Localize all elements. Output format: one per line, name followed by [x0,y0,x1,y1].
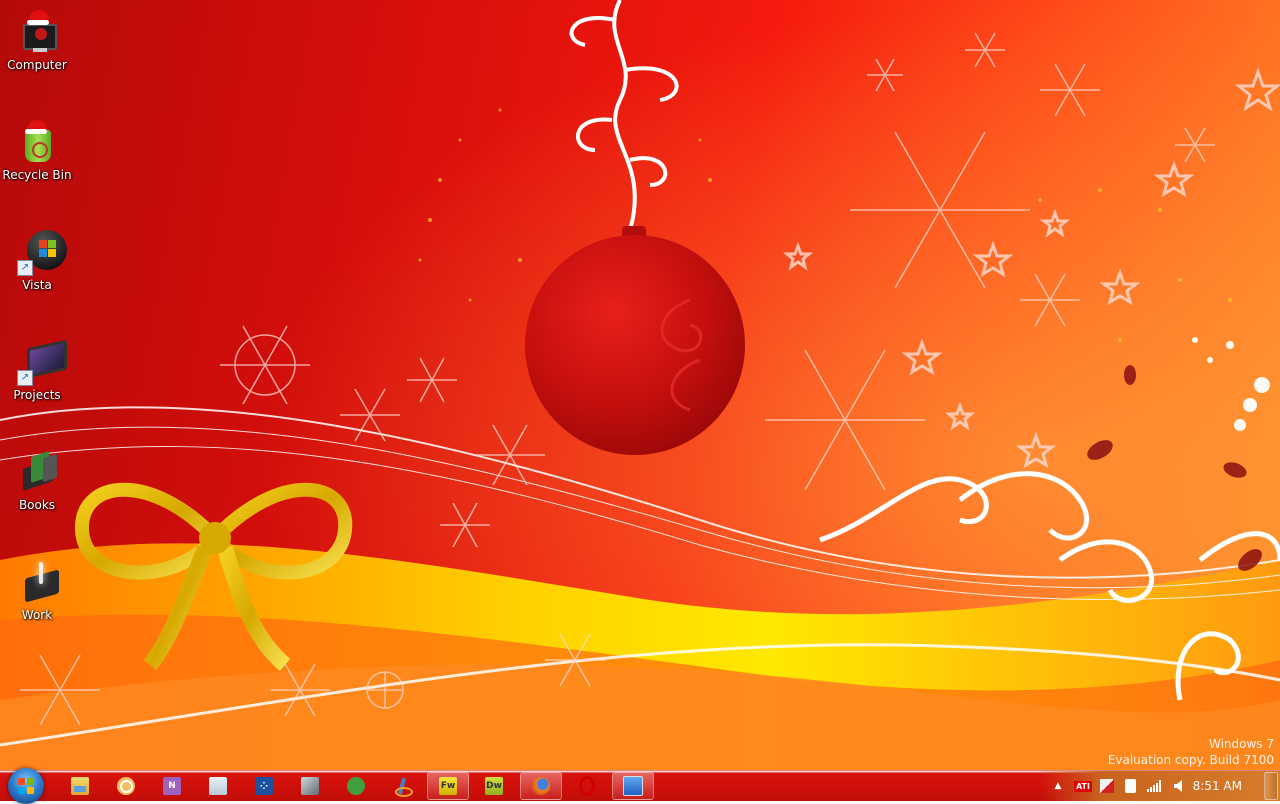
start-button[interactable] [8,768,44,804]
desktop-icon-books[interactable]: Books [0,448,74,512]
blackberry-icon: ⁘ [255,777,273,795]
taskbar-opera[interactable] [566,772,608,800]
opera-icon [578,776,596,796]
taskbar-windows-explorer[interactable] [59,772,101,800]
wallpaper-art [0,0,1280,770]
remote-desktop-icon [623,776,643,796]
books-icon [13,448,61,496]
tray-kaspersky[interactable] [1098,778,1116,794]
taskbar-notepad[interactable] [197,772,239,800]
desktop-icon-label: Work [21,608,53,622]
desktop-icon-work[interactable]: Work [0,558,74,622]
recycle-bin-icon [13,118,61,166]
ati-icon: ATI [1073,780,1092,792]
windows-logo-icon: ↗ [13,228,67,276]
taskbar-dreamweaver[interactable]: Dw [473,772,515,800]
firefox-icon [532,777,550,795]
show-hidden-icons-button[interactable]: ▲ [1052,778,1064,794]
desktop-icon-computer[interactable]: Computer [0,8,74,72]
shortcut-arrow-icon: ↗ [17,260,33,276]
show-desktop-button[interactable] [1264,772,1278,800]
taskbar-network-tool[interactable] [289,772,331,800]
taskbar-blackberry[interactable]: ⁘ [243,772,285,800]
folder-sparkle-icon [13,558,61,606]
evaluation-copy-watermark: Evaluation copy. Build 7100 [1107,753,1274,767]
power-plug-icon [1124,779,1136,793]
taskbar: N ⁘ Fw Dw ▲ ATI 8:51 AM [0,768,1280,804]
speaker-icon [1174,780,1182,792]
desktop-icon-label: Recycle Bin [2,168,72,182]
desktop-icon-recycle-bin[interactable]: Recycle Bin [0,118,74,182]
taskbar-remote-desktop[interactable] [612,772,654,800]
desktop-wallpaper [0,0,1280,770]
desktop-icon-vista[interactable]: ↗ Vista [0,228,74,292]
folder-icon [71,777,89,795]
tray-volume[interactable] [1172,778,1186,794]
ornament-ball [525,235,745,455]
dreamweaver-icon: Dw [485,777,503,795]
taskbar-outlook[interactable] [105,772,147,800]
taskbar-fireworks[interactable]: Fw [427,772,469,800]
kaspersky-icon [1100,779,1114,793]
windows-flag-icon [18,778,34,794]
taskbar-onenote[interactable]: N [151,772,193,800]
tray-network[interactable] [1146,778,1164,794]
signal-bars-icon [1147,780,1161,792]
taskbar-utility[interactable] [335,772,377,800]
desktop-icon-projects[interactable]: ↗ Projects [0,338,74,402]
shortcut-arrow-icon: ↗ [17,370,33,386]
photo-frame-icon: ↗ [13,338,67,386]
clock[interactable]: 8:51 AM [1193,779,1242,793]
taskbar-firefox[interactable] [520,772,562,800]
computer-icon [13,8,61,56]
green-gear-icon [344,774,368,798]
notepad-icon [209,777,227,795]
paint-brush-icon [393,777,413,797]
desktop-icon-label: Projects [13,388,61,402]
windows-version-watermark: Windows 7 [1208,737,1274,751]
fireworks-icon: Fw [439,777,457,795]
network-icon [301,777,319,795]
tray-power[interactable] [1122,778,1138,794]
tray-ati[interactable]: ATI [1073,778,1093,794]
desktop-icon-label: Computer [7,58,67,72]
taskbar-paint-tool[interactable] [381,772,423,800]
mail-clock-icon [117,777,135,795]
desktop-icon-label: Vista [22,278,52,292]
onenote-icon: N [163,777,181,795]
desktop-icon-label: Books [18,498,56,512]
